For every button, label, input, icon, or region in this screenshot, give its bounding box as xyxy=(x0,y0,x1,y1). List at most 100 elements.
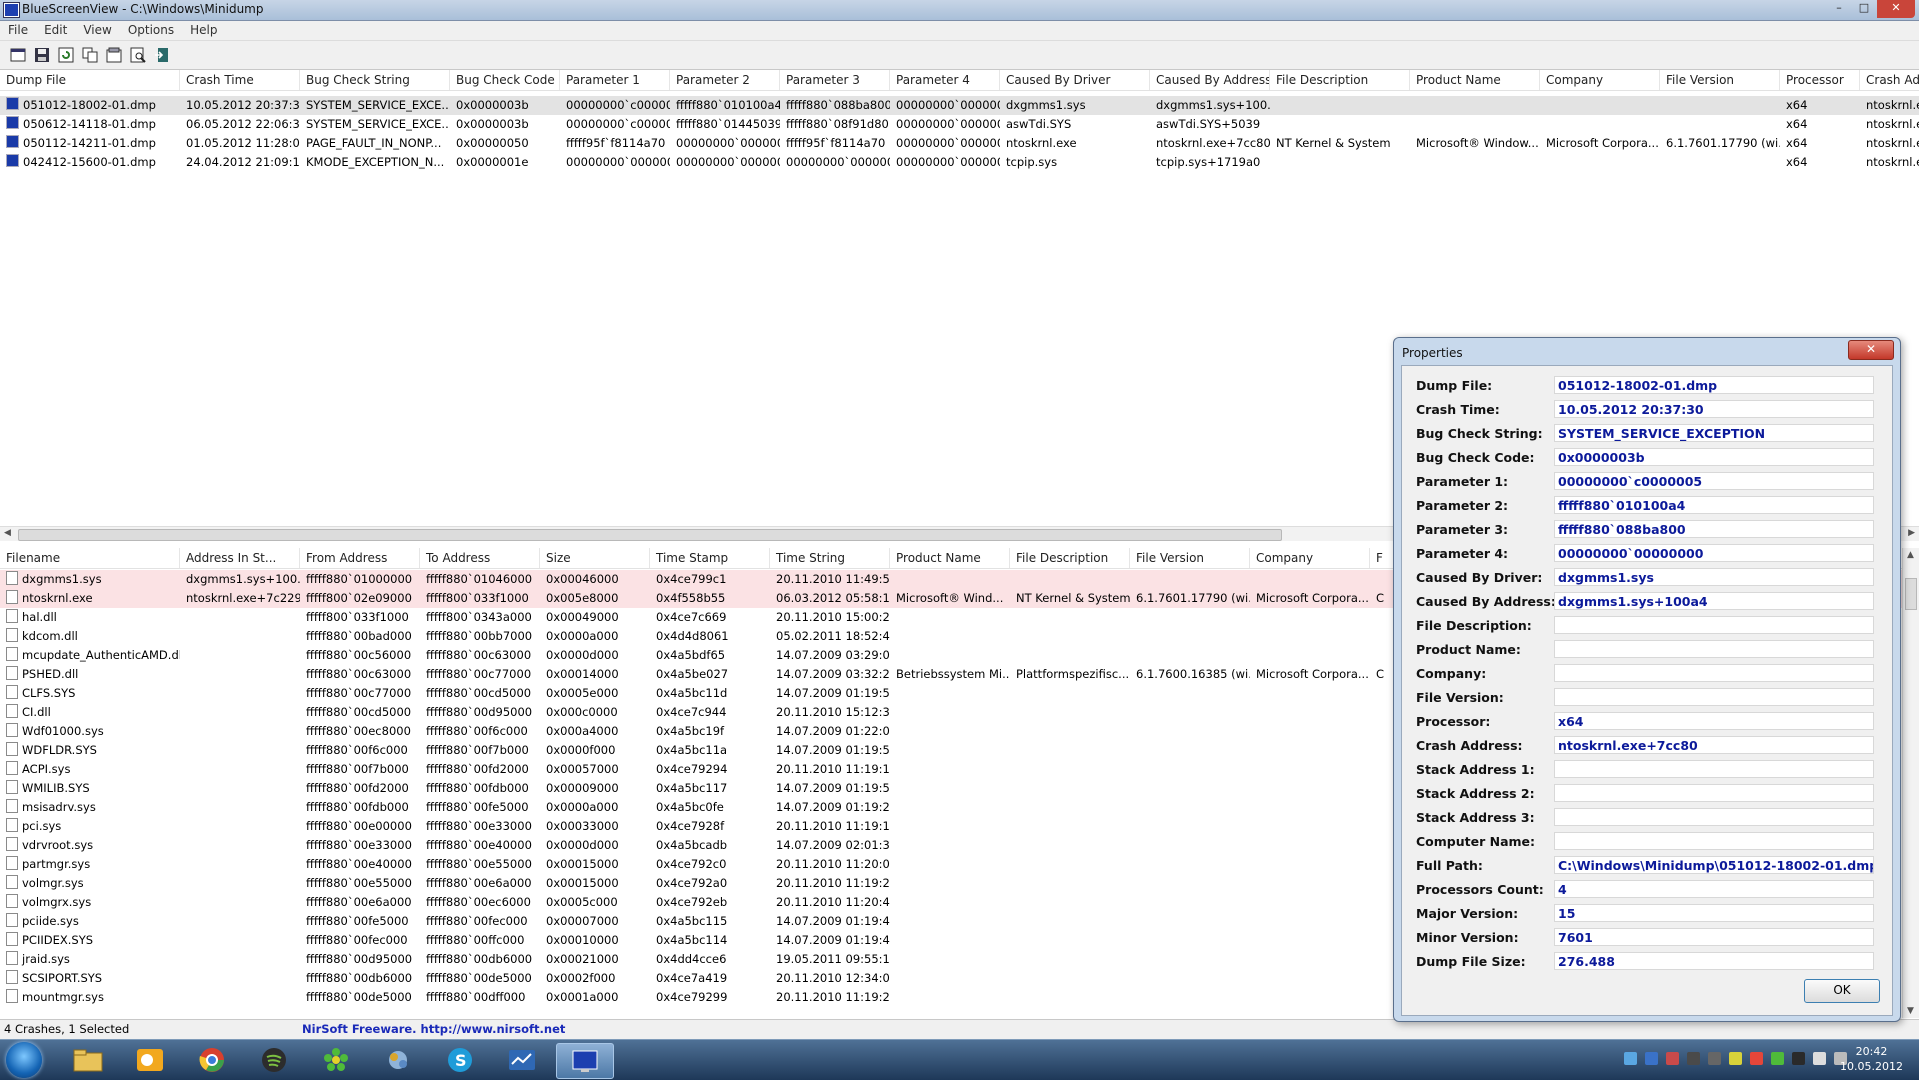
maximize-button[interactable]: □ xyxy=(1852,0,1876,18)
driver-column-header[interactable]: Filename xyxy=(0,548,180,568)
crash-column-header[interactable]: Processor xyxy=(1780,70,1860,90)
stocks-icon[interactable] xyxy=(494,1043,550,1077)
driver-column-header[interactable]: Time String xyxy=(770,548,890,568)
property-value[interactable] xyxy=(1554,688,1874,706)
scroll-thumb[interactable] xyxy=(18,529,1282,541)
property-value[interactable]: C:\Windows\Minidump\051012-18002-01.dmp xyxy=(1554,856,1874,874)
start-button[interactable] xyxy=(6,1042,42,1078)
find-icon[interactable] xyxy=(128,46,147,65)
network-tray-icon[interactable] xyxy=(1792,1052,1805,1065)
crash-column-header[interactable]: Company xyxy=(1540,70,1660,90)
property-value[interactable]: fffff880`010100a4 xyxy=(1554,496,1874,514)
save-icon[interactable] xyxy=(32,46,51,65)
clock[interactable]: 20:42 10.05.2012 xyxy=(1840,1044,1903,1074)
crash-column-header[interactable]: Bug Check Code xyxy=(450,70,560,90)
close-button[interactable]: ✕ xyxy=(1877,0,1915,18)
update-icon[interactable] xyxy=(1771,1052,1784,1065)
property-value[interactable]: dxgmms1.sys+100a4 xyxy=(1554,592,1874,610)
property-value[interactable]: 00000000`00000000 xyxy=(1554,544,1874,562)
chrome-icon[interactable] xyxy=(184,1043,240,1077)
property-value[interactable]: 15 xyxy=(1554,904,1874,922)
driver-column-header[interactable]: Time Stamp xyxy=(650,548,770,568)
display-icon[interactable] xyxy=(1645,1052,1658,1065)
explorer-icon[interactable] xyxy=(60,1043,116,1077)
sync-icon[interactable] xyxy=(1687,1052,1700,1065)
crash-row[interactable]: 050112-14211-01.dmp 01.05.2012 11:28:02 PA… xyxy=(0,134,1919,153)
antivirus-icon[interactable] xyxy=(1666,1052,1679,1065)
scroll-up-icon[interactable]: ▲ xyxy=(1907,550,1914,560)
property-value[interactable] xyxy=(1554,760,1874,778)
crash-column-header[interactable]: Parameter 2 xyxy=(670,70,780,90)
driver-column-header[interactable]: Size xyxy=(540,548,650,568)
crash-column-header[interactable]: Parameter 3 xyxy=(780,70,890,90)
exit-icon[interactable] xyxy=(152,46,171,65)
flag-icon[interactable] xyxy=(1813,1052,1826,1065)
property-value[interactable]: 051012-18002-01.dmp xyxy=(1554,376,1874,394)
crash-column-header[interactable]: Parameter 1 xyxy=(560,70,670,90)
ok-button[interactable]: OK xyxy=(1804,979,1880,1003)
network-icon[interactable] xyxy=(370,1043,426,1077)
crash-column-header[interactable]: Crash Address xyxy=(1860,70,1919,90)
html-report-icon[interactable] xyxy=(8,46,27,65)
menu-edit[interactable]: Edit xyxy=(36,21,75,40)
scroll-right-icon[interactable]: ▶ xyxy=(1908,528,1915,538)
property-value[interactable]: 00000000`c0000005 xyxy=(1554,472,1874,490)
driver-column-header[interactable]: From Address xyxy=(300,548,420,568)
crash-column-header[interactable]: Parameter 4 xyxy=(890,70,1000,90)
dialog-close-button[interactable]: ✕ xyxy=(1848,340,1894,360)
property-value[interactable] xyxy=(1554,784,1874,802)
crash-column-header[interactable]: File Version xyxy=(1660,70,1780,90)
crash-column-header[interactable]: Caused By Driver xyxy=(1000,70,1150,90)
property-value[interactable]: 7601 xyxy=(1554,928,1874,946)
driver-column-header[interactable]: To Address xyxy=(420,548,540,568)
property-value[interactable] xyxy=(1554,808,1874,826)
minimize-button[interactable]: – xyxy=(1827,0,1851,18)
vscroll-thumb[interactable] xyxy=(1905,578,1917,610)
crash-column-header[interactable]: Bug Check String xyxy=(300,70,450,90)
outlook-icon[interactable] xyxy=(122,1043,178,1077)
properties-icon[interactable] xyxy=(104,46,123,65)
property-value[interactable]: x64 xyxy=(1554,712,1874,730)
crash-row[interactable]: 051012-18002-01.dmp 10.05.2012 20:37:30 SY… xyxy=(0,96,1919,115)
driver-column-header[interactable]: Product Name xyxy=(890,548,1010,568)
driver-column-header[interactable]: Address In St... xyxy=(180,548,300,568)
vertical-scrollbar[interactable]: ▲ ▼ xyxy=(1902,548,1919,1018)
property-value[interactable] xyxy=(1554,640,1874,658)
copy-icon[interactable] xyxy=(80,46,99,65)
scroll-down-icon[interactable]: ▼ xyxy=(1907,1006,1914,1016)
property-value[interactable]: fffff880`088ba800 xyxy=(1554,520,1874,538)
driver-column-header[interactable]: Company xyxy=(1250,548,1370,568)
property-value[interactable]: SYSTEM_SERVICE_EXCEPTION xyxy=(1554,424,1874,442)
menu-file[interactable]: File xyxy=(0,21,36,40)
crash-column-header[interactable]: Crash Time xyxy=(180,70,300,90)
crash-column-header[interactable]: File Description xyxy=(1270,70,1410,90)
scroll-left-icon[interactable]: ◀ xyxy=(4,528,11,538)
property-value[interactable]: 0x0000003b xyxy=(1554,448,1874,466)
bluescreenview-icon[interactable] xyxy=(556,1043,614,1079)
crash-row[interactable]: 042412-15600-01.dmp 24.04.2012 21:09:19 KM… xyxy=(0,153,1919,172)
crash-column-header[interactable]: Caused By Address xyxy=(1150,70,1270,90)
menu-view[interactable]: View xyxy=(75,21,119,40)
property-value[interactable]: ntoskrnl.exe+7cc80 xyxy=(1554,736,1874,754)
spotify-icon[interactable] xyxy=(246,1043,302,1077)
property-value[interactable] xyxy=(1554,832,1874,850)
property-value[interactable]: 10.05.2012 20:37:30 xyxy=(1554,400,1874,418)
property-value[interactable] xyxy=(1554,616,1874,634)
crash-column-header[interactable]: Dump File xyxy=(0,70,180,90)
skype-icon[interactable]: S xyxy=(432,1043,488,1077)
icq-tray-icon[interactable] xyxy=(1729,1052,1742,1065)
property-value[interactable] xyxy=(1554,664,1874,682)
property-value[interactable]: 4 xyxy=(1554,880,1874,898)
refresh-icon[interactable] xyxy=(56,46,75,65)
crash-row[interactable]: 050612-14118-01.dmp 06.05.2012 22:06:33 SY… xyxy=(0,115,1919,134)
property-value[interactable]: 276.488 xyxy=(1554,952,1874,970)
menu-help[interactable]: Help xyxy=(182,21,225,40)
driver-column-header[interactable]: File Version xyxy=(1130,548,1250,568)
menu-options[interactable]: Options xyxy=(120,21,182,40)
nirsoft-link[interactable]: NirSoft Freeware. http://www.nirsoft.net xyxy=(302,1022,565,1036)
skype-tray-icon[interactable] xyxy=(1708,1052,1721,1065)
chrome-tray-icon[interactable] xyxy=(1750,1052,1763,1065)
bluetooth-icon[interactable] xyxy=(1624,1052,1637,1065)
crash-column-header[interactable]: Product Name xyxy=(1410,70,1540,90)
driver-column-header[interactable]: File Description xyxy=(1010,548,1130,568)
